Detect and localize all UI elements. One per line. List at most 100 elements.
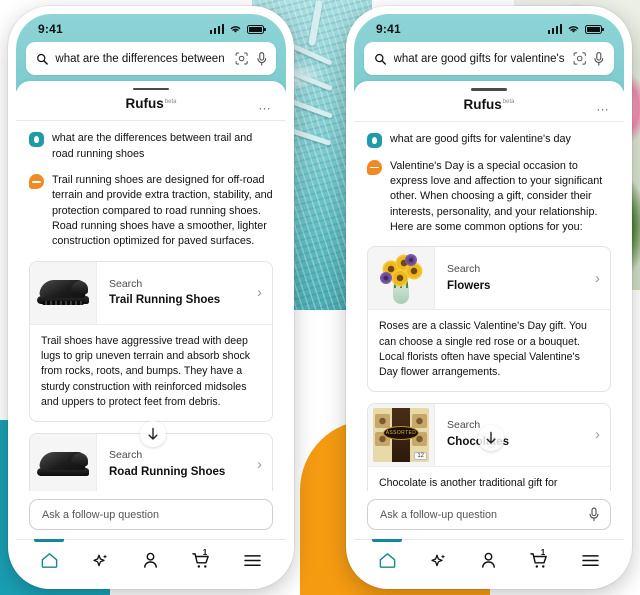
search-input[interactable]: what are the differences between tra... xyxy=(55,53,228,65)
tab-account[interactable] xyxy=(469,540,509,581)
followup-wrapper: Ask a follow-up question xyxy=(354,491,624,539)
cart-badge: 1 xyxy=(540,548,546,557)
cart-icon[interactable] xyxy=(529,551,550,570)
search-bar[interactable]: what are the differences between tra... xyxy=(26,42,276,75)
microphone-icon[interactable] xyxy=(588,507,600,522)
card-description: Trail shoes have aggressive tread with d… xyxy=(30,323,272,421)
followup-wrapper: Ask a follow-up question xyxy=(16,491,286,539)
person-icon[interactable] xyxy=(479,551,498,570)
tab-menu[interactable] xyxy=(233,540,273,581)
card-body[interactable]: Search Flowers › xyxy=(434,247,610,310)
conversation: what are good gifts for valentine's day … xyxy=(354,122,624,491)
home-icon[interactable] xyxy=(378,551,397,570)
camera-scan-icon[interactable] xyxy=(573,51,586,66)
kebab-menu-icon[interactable]: … xyxy=(596,99,610,112)
phone-mockup-right: 9:41 what are good gifts for valentine's… xyxy=(346,6,632,589)
road-running-shoe-thumbnail xyxy=(30,433,96,491)
bottom-tab-bar: 1 xyxy=(16,539,286,581)
chocolate-brand-label: ASSORTED xyxy=(385,429,417,436)
card-description: Chocolate is another traditional gift fo… xyxy=(368,465,610,491)
rufus-beta-badge: beta xyxy=(164,98,177,105)
tab-home[interactable] xyxy=(367,539,407,581)
home-icon[interactable] xyxy=(40,551,59,570)
rufus-title: Rufusbeta xyxy=(464,97,515,112)
cart-icon[interactable] xyxy=(191,551,212,570)
rufus-panel: Rufusbeta … what are the differences bet… xyxy=(16,81,286,581)
rufus-title-text: Rufus xyxy=(125,96,164,112)
battery-icon xyxy=(247,24,266,34)
assistant-message: Trail running shoes are designed for off… xyxy=(29,173,273,250)
user-avatar-icon xyxy=(367,132,382,148)
tab-account[interactable] xyxy=(131,540,171,581)
status-bar: 9:41 xyxy=(26,20,276,42)
microphone-icon[interactable] xyxy=(256,51,268,67)
rufus-title-text: Rufus xyxy=(463,96,502,112)
card-body[interactable]: Search Chocolates › xyxy=(434,403,610,466)
search-suggestion-card[interactable]: Search Flowers › Roses are a classic Val… xyxy=(367,246,611,392)
person-icon[interactable] xyxy=(141,551,160,570)
tab-rufus[interactable] xyxy=(418,540,458,581)
chocolate-box-thumbnail: ASSORTED 12 xyxy=(368,403,434,466)
camera-scan-icon[interactable] xyxy=(235,51,248,66)
tab-rufus[interactable] xyxy=(80,540,120,581)
card-text: Search Trail Running Shoes xyxy=(109,277,220,309)
card-text: Search Road Running Shoes xyxy=(109,448,225,480)
status-time: 9:41 xyxy=(38,22,63,36)
kebab-menu-icon[interactable]: … xyxy=(258,99,272,112)
conversation: what are the differences between trail a… xyxy=(16,121,286,491)
card-body[interactable]: Search Road Running Shoes › xyxy=(96,433,272,491)
status-icons xyxy=(209,24,266,34)
card-header[interactable]: Search Flowers › xyxy=(368,247,610,310)
card-header[interactable]: Search Trail Running Shoes › xyxy=(30,261,272,324)
search-icon[interactable] xyxy=(374,52,387,66)
followup-input[interactable]: Ask a follow-up question xyxy=(367,499,611,530)
card-description: Roses are a classic Valentine's Day gift… xyxy=(368,309,610,390)
search-suggestion-card[interactable]: Search Trail Running Shoes › Trail shoes… xyxy=(29,260,273,422)
tab-home[interactable] xyxy=(29,539,69,581)
hamburger-menu-icon[interactable] xyxy=(581,553,600,568)
rufus-title: Rufusbeta xyxy=(126,96,177,111)
tab-cart[interactable]: 1 xyxy=(182,540,222,581)
card-label: Search xyxy=(109,449,143,462)
app-header: 9:41 what are good gifts for valentine's xyxy=(354,14,624,91)
tab-menu[interactable] xyxy=(571,540,611,581)
assistant-message-text: Valentine's Day is a special occasion to… xyxy=(390,159,603,233)
tab-cart[interactable]: 1 xyxy=(520,540,560,581)
microphone-icon[interactable] xyxy=(593,51,605,67)
assistant-message-text: Trail running shoes are designed for off… xyxy=(52,174,273,248)
cellular-bars-icon xyxy=(547,24,562,34)
user-avatar-icon xyxy=(29,132,44,148)
followup-input[interactable]: Ask a follow-up question xyxy=(29,499,273,530)
search-icon[interactable] xyxy=(36,52,48,66)
card-title: Road Running Shoes xyxy=(109,466,226,479)
user-message: what are the differences between trail a… xyxy=(29,131,273,162)
chevron-right-icon[interactable]: › xyxy=(257,285,262,300)
search-input[interactable]: what are good gifts for valentine's day xyxy=(394,53,566,65)
sparkle-icon[interactable] xyxy=(428,551,448,571)
card-body[interactable]: Search Trail Running Shoes › xyxy=(96,261,272,324)
followup-placeholder: Ask a follow-up question xyxy=(42,508,160,521)
panel-header: Rufusbeta … xyxy=(354,91,624,122)
active-tab-indicator xyxy=(34,539,65,542)
chevron-right-icon[interactable]: › xyxy=(257,457,262,472)
hamburger-menu-icon[interactable] xyxy=(243,553,262,568)
rufus-panel: Rufusbeta … what are good gifts for vale… xyxy=(354,81,624,581)
active-tab-indicator xyxy=(372,539,403,542)
phone-screen: 9:41 what are good gifts for valentine's… xyxy=(354,14,624,581)
chevron-right-icon[interactable]: › xyxy=(595,427,600,442)
rufus-avatar-icon xyxy=(29,174,44,190)
user-message-text: what are good gifts for valentine's day xyxy=(390,132,571,145)
card-label: Search xyxy=(447,262,481,275)
sparkle-icon[interactable] xyxy=(90,551,110,571)
cellular-bars-icon xyxy=(209,24,224,34)
search-bar[interactable]: what are good gifts for valentine's day xyxy=(364,42,614,75)
bottom-tab-bar: 1 xyxy=(354,539,624,581)
flower-bouquet-thumbnail xyxy=(368,247,434,310)
chevron-right-icon[interactable]: › xyxy=(595,271,600,286)
cart-badge: 1 xyxy=(202,548,208,557)
scroll-down-arrow-icon[interactable] xyxy=(478,424,504,451)
phone-mockup-left: 9:41 what are the differences between Ru… xyxy=(8,6,294,589)
card-title: Flowers xyxy=(447,279,491,292)
wifi-icon xyxy=(568,26,579,33)
status-bar: 9:41 xyxy=(364,20,614,42)
